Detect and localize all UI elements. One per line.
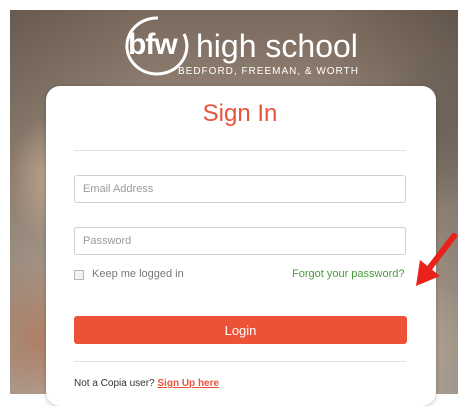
not-user-text: Not a Copia user? [74, 378, 155, 389]
logo-mark: bfw [128, 28, 178, 61]
logo-name: high school [196, 28, 358, 64]
keep-logged-in-checkbox[interactable] [74, 270, 84, 280]
bottom-divider [74, 361, 406, 362]
signup-link[interactable]: Sign Up here [157, 378, 219, 389]
keep-logged-in-label: Keep me logged in [92, 268, 184, 280]
brand-logo: bfw high school BEDFORD, FREEMAN, & WORT… [118, 10, 368, 84]
title-divider [74, 150, 406, 151]
email-input[interactable] [74, 175, 406, 203]
red-arrow-icon [416, 233, 457, 286]
signup-row: Not a Copia user? Sign Up here [74, 378, 219, 389]
login-button[interactable]: Login [74, 316, 407, 344]
forgot-password-link[interactable]: Forgot your password? [292, 268, 405, 280]
page-title: Sign In [202, 100, 278, 127]
password-input[interactable] [74, 227, 406, 255]
logo-tagline: BEDFORD, FREEMAN, & WORTH [178, 66, 359, 77]
